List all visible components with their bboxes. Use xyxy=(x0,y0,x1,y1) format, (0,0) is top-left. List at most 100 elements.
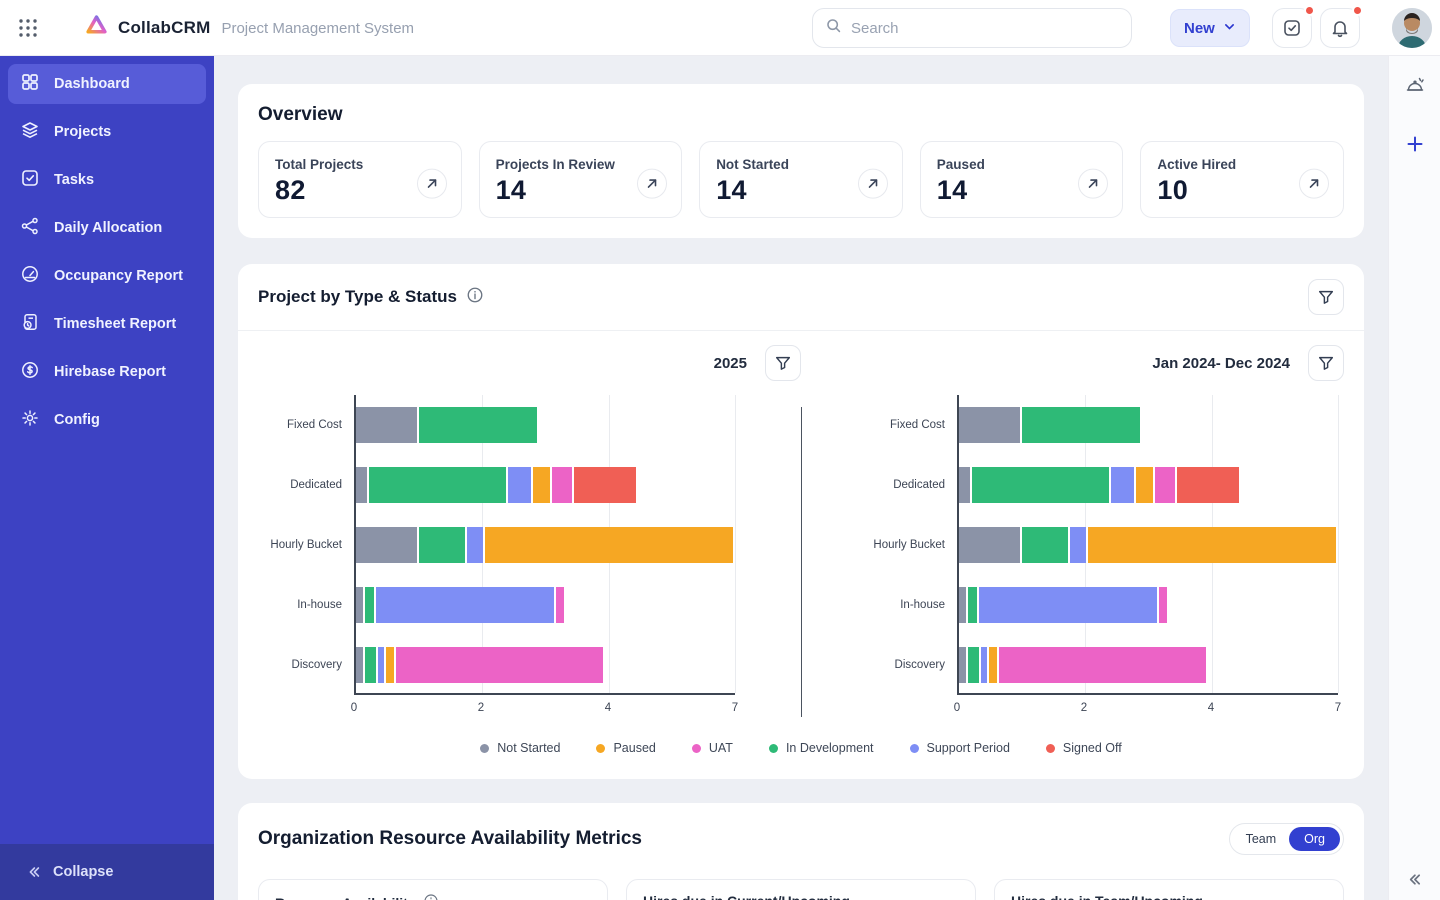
metric-card-title: Resource Availability xyxy=(275,893,591,900)
top-bar: CollabCRM Project Management System New xyxy=(0,0,1440,56)
toggle-team[interactable]: Team xyxy=(1233,827,1290,851)
grid-icon xyxy=(20,72,40,97)
period-label: Jan 2024- Dec 2024 xyxy=(1152,354,1290,372)
legend-item-signed-off[interactable]: Signed Off xyxy=(1045,741,1122,755)
sidebar-item-timesheet-report[interactable]: Timesheet Report xyxy=(8,304,206,344)
stat-open-button[interactable] xyxy=(1078,168,1109,199)
info-icon[interactable] xyxy=(423,893,439,900)
legend-item-in-development[interactable]: In Development xyxy=(768,741,874,755)
bar-row-in-house xyxy=(356,575,735,635)
right-period-filter-button[interactable] xyxy=(1308,345,1344,381)
legend-item-uat[interactable]: UAT xyxy=(691,741,733,755)
alerts-button[interactable] xyxy=(1320,5,1363,48)
search-input[interactable] xyxy=(851,19,1119,37)
x-axis-tick: 4 xyxy=(604,702,612,714)
arrow-up-right-icon xyxy=(868,178,878,188)
sidebar-item-label: Timesheet Report xyxy=(54,316,177,332)
chart-filter-button[interactable] xyxy=(1308,279,1344,315)
arrow-up-right-icon xyxy=(1089,178,1098,188)
bar-segment-not-started xyxy=(959,647,967,683)
stat-card-projects-in-review: Projects In Review 14 xyxy=(478,141,683,218)
legend-item-paused[interactable]: Paused xyxy=(596,741,656,755)
x-axis-tick: 7 xyxy=(731,702,739,714)
project-type-status-card: Project by Type & Status 2025 Jan 2024- … xyxy=(238,264,1364,779)
legend-label: Signed Off xyxy=(1062,741,1122,755)
bar-row-dedicated xyxy=(356,455,735,515)
sidebar-item-hirebase-report[interactable]: Hirebase Report xyxy=(8,352,206,392)
stat-label: Not Started xyxy=(716,157,789,172)
bar-segment-paused xyxy=(386,647,395,683)
dollar-circle-icon xyxy=(20,360,40,385)
plot-area xyxy=(957,395,1339,695)
stat-open-button[interactable] xyxy=(637,168,668,199)
metric-card-title: Hires due in Current/Upcoming xyxy=(643,893,959,900)
bar-row-discovery xyxy=(959,635,1338,695)
bar-row-dedicated xyxy=(959,455,1338,515)
sidebar-item-label: Config xyxy=(54,412,100,428)
filter-icon xyxy=(775,356,791,370)
legend-label: Support Period xyxy=(926,741,1010,755)
bar-segment-uat xyxy=(555,587,564,623)
toggle-org[interactable]: Org xyxy=(1289,827,1340,851)
sidebar-item-daily-allocation[interactable]: Daily Allocation xyxy=(8,208,206,248)
stat-open-button[interactable] xyxy=(1299,168,1329,199)
sidebar-item-config[interactable]: Config xyxy=(8,400,206,440)
period-label: 2025 xyxy=(713,354,747,372)
sidebar-item-tasks[interactable]: Tasks xyxy=(8,160,206,200)
brand-name: CollabCRM xyxy=(118,18,211,37)
stat-card-total-projects: Total Projects 82 xyxy=(258,141,462,218)
bar-chart-2025: Fixed Cost Dedicated Hourly Bucket In-house… xyxy=(258,395,801,721)
bar-chart-jan-dec-2024: Fixed Cost Dedicated Hourly Bucket In-house… xyxy=(801,395,1344,721)
category-label: Fixed Cost xyxy=(287,419,342,431)
right-rail xyxy=(1388,56,1440,900)
new-button[interactable]: New xyxy=(1170,9,1250,47)
bar-segment-support-period xyxy=(1069,527,1087,563)
tasks-notification-button[interactable] xyxy=(1272,5,1315,48)
sidebar-item-dashboard[interactable]: Dashboard xyxy=(8,64,206,104)
doc-clock-icon xyxy=(20,312,40,337)
sidebar-item-occupancy-report[interactable]: Occupancy Report xyxy=(8,256,206,296)
x-axis-tick: 7 xyxy=(1334,702,1342,714)
team-org-toggle: Team Org xyxy=(1228,823,1344,855)
add-widget-button[interactable] xyxy=(1399,128,1431,160)
announcements-button[interactable] xyxy=(1399,70,1431,102)
metric-card-hires-due-in-team-upcoming: Hires due in Team/Upcoming xyxy=(994,879,1344,900)
overview-card: Overview Total Projects 82 Projects In Rev… xyxy=(238,84,1364,238)
bar-segment-not-started xyxy=(959,467,970,503)
left-period-filter-button[interactable] xyxy=(765,345,801,381)
bar-segment-in-development xyxy=(365,587,374,623)
bar-segment-in-development xyxy=(971,467,1109,503)
legend-dot xyxy=(768,743,778,753)
bar-segment-in-development xyxy=(368,467,506,503)
bar-row-discovery xyxy=(356,635,735,695)
charts-divider xyxy=(801,407,802,717)
stat-open-button[interactable] xyxy=(857,168,888,199)
bar-segment-not-started xyxy=(959,407,1021,443)
bar-segment-not-started xyxy=(356,527,418,563)
sidebar-item-label: Dashboard xyxy=(54,76,130,92)
stat-open-button[interactable] xyxy=(416,168,447,199)
stat-label: Projects In Review xyxy=(495,157,615,172)
stat-card-paused: Paused 14 xyxy=(919,141,1124,218)
legend-label: Paused xyxy=(613,741,656,755)
sidebar-item-projects[interactable]: Projects xyxy=(8,112,206,152)
bar-segment-not-started xyxy=(959,527,1021,563)
left-chart-period: 2025 xyxy=(258,345,801,381)
bar-row-in-house xyxy=(959,575,1338,635)
stat-label: Active Hired xyxy=(1157,157,1237,172)
app-launcher-icon[interactable] xyxy=(16,16,40,40)
legend-item-support-period[interactable]: Support Period xyxy=(909,741,1010,755)
rail-collapse-button[interactable] xyxy=(1389,871,1440,888)
bar-row-fixed-cost xyxy=(356,395,735,455)
metric-card-hires-due-in-current-upcoming: Hires due in Current/Upcoming xyxy=(626,879,976,900)
resource-metrics-title: Organization Resource Availability Metri… xyxy=(258,828,642,849)
bar-segment-in-development xyxy=(968,647,980,683)
legend-item-not-started[interactable]: Not Started xyxy=(480,741,560,755)
filter-icon xyxy=(1318,290,1334,304)
info-icon[interactable] xyxy=(466,286,484,309)
x-axis-tick: 0 xyxy=(350,702,358,714)
sidebar-collapse-button[interactable]: Collapse xyxy=(0,844,214,900)
bar-segment-uat xyxy=(1158,587,1167,623)
main-content: Overview Total Projects 82 Projects In Rev… xyxy=(214,56,1388,900)
user-avatar[interactable] xyxy=(1392,8,1432,48)
